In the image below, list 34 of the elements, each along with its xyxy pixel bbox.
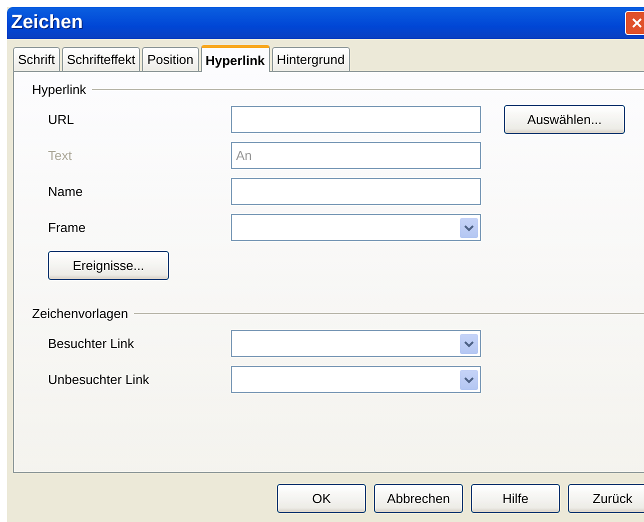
tab[interactable]: Schrift: [13, 47, 60, 71]
field-label: Unbesuchter Link: [48, 372, 150, 387]
group-title: Zeichenvorlagen: [32, 306, 128, 321]
dialog-button[interactable]: Zurück: [568, 484, 644, 513]
dropdown-button[interactable]: [460, 218, 478, 238]
chevron-down-icon: [464, 224, 474, 232]
window-title: Zeichen: [11, 12, 83, 34]
field-label: Besuchter Link: [48, 336, 135, 351]
events-button[interactable]: Ereignisse...: [48, 251, 169, 280]
close-button[interactable]: [625, 11, 644, 35]
field-label: Text: [48, 148, 73, 163]
tab[interactable]: Position: [142, 47, 198, 71]
text-field[interactable]: [231, 106, 481, 133]
dropdown-field[interactable]: [231, 366, 481, 393]
dialog-button[interactable]: Hilfe: [471, 484, 560, 513]
dialog-button[interactable]: OK: [277, 484, 366, 513]
tab[interactable]: Hyperlink: [200, 45, 270, 72]
dropdown-button[interactable]: [460, 334, 478, 354]
text-field[interactable]: [231, 178, 481, 205]
field-label: URL: [48, 112, 76, 127]
field-label: Name: [48, 184, 84, 199]
dropdown-field[interactable]: [231, 214, 481, 241]
field-value: An: [236, 148, 252, 163]
chevron-down-icon: [464, 340, 474, 348]
select-button[interactable]: Auswählen...: [504, 105, 625, 134]
field-label: Frame: [48, 220, 87, 235]
dropdown-button[interactable]: [460, 370, 478, 390]
dropdown-field[interactable]: [231, 330, 481, 357]
tab[interactable]: Schrifteffekt: [62, 47, 140, 71]
close-icon: [631, 17, 643, 29]
dialog-button[interactable]: Abbrechen: [374, 484, 463, 513]
group-title: Hyperlink: [32, 82, 86, 97]
tab[interactable]: Hintergrund: [272, 47, 350, 71]
chevron-down-icon: [464, 376, 474, 384]
